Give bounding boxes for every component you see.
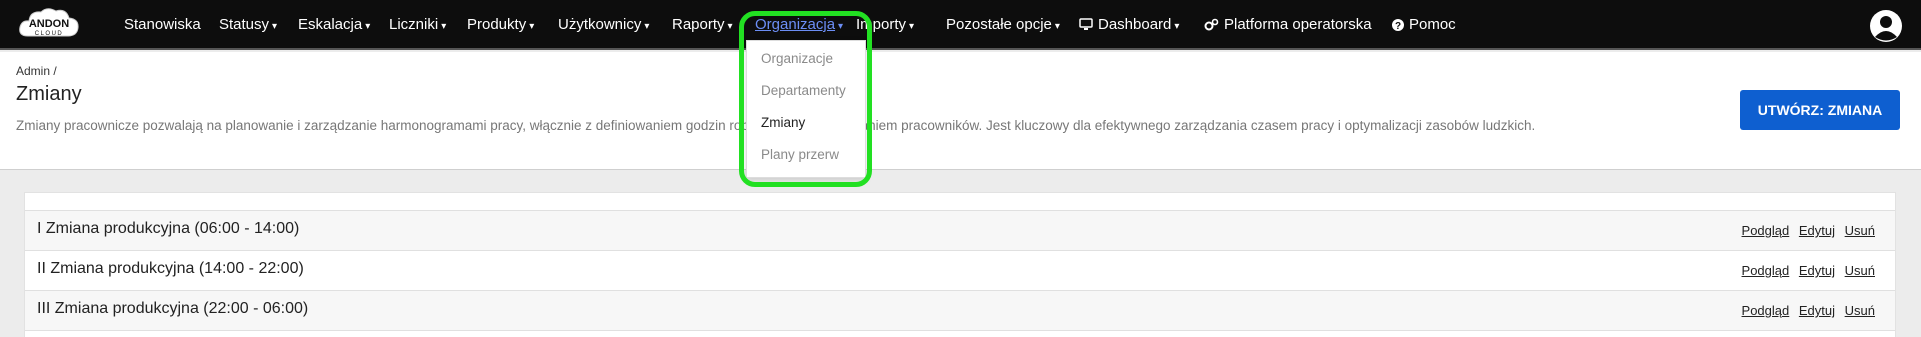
organizacja-dropdown-menu: Organizacje Departamenty Zmiany Plany pr… [746, 40, 866, 178]
edit-link[interactable]: Edytuj [1799, 263, 1835, 278]
nav-stanowiska[interactable]: Stanowiska [124, 0, 201, 50]
delete-link[interactable]: Usuń [1845, 263, 1875, 278]
view-link[interactable]: Podgląd [1742, 303, 1790, 318]
top-navbar: ANDON CLOUD Stanowiska Statusy ▾ Eskalacj… [0, 0, 1921, 50]
nav-statusy[interactable]: Statusy ▾ [219, 0, 277, 50]
caret-down-icon: ▾ [272, 21, 278, 32]
shifts-table: I Zmiana produkcyjna (06:00 - 14:00) Pod… [24, 192, 1896, 337]
caret-down-icon: ▾ [644, 21, 650, 32]
svg-text:ANDON: ANDON [29, 18, 69, 30]
caret-down-icon: ▾ [1174, 21, 1180, 32]
caret-down-icon: ▾ [838, 21, 844, 32]
gears-icon [1204, 18, 1219, 31]
delete-link[interactable]: Usuń [1845, 223, 1875, 238]
nav-eskalacja[interactable]: Eskalacja ▾ [298, 0, 370, 50]
shift-name: II Zmiana produkcyjna (14:00 - 22:00) [37, 260, 304, 277]
caret-down-icon: ▾ [529, 21, 535, 32]
table-row: II Zmiana produkcyjna (14:00 - 22:00) Po… [25, 250, 1895, 290]
user-avatar-icon[interactable] [1869, 9, 1903, 43]
table-row [25, 330, 1895, 337]
row-actions: Podgląd Edytuj Usuń [1736, 263, 1875, 278]
shift-name: III Zmiana produkcyjna (22:00 - 06:00) [37, 300, 309, 317]
table-row: I Zmiana produkcyjna (06:00 - 14:00) Pod… [25, 210, 1895, 250]
view-link[interactable]: Podgląd [1742, 263, 1790, 278]
edit-link[interactable]: Edytuj [1799, 303, 1835, 318]
row-actions: Podgląd Edytuj Usuń [1736, 223, 1875, 238]
nav-liczniki[interactable]: Liczniki ▾ [389, 0, 446, 50]
view-link[interactable]: Podgląd [1742, 223, 1790, 238]
dropdown-item-plany-przerw[interactable]: Plany przerw [761, 147, 839, 162]
create-shift-button[interactable]: UTWÓRZ: ZMIANA [1740, 90, 1900, 130]
edit-link[interactable]: Edytuj [1799, 223, 1835, 238]
nav-raporty[interactable]: Raporty ▾ [672, 0, 733, 50]
nav-dashboard[interactable]: Dashboard ▾ [1079, 0, 1179, 50]
svg-text:?: ? [1395, 21, 1401, 31]
caret-down-icon: ▾ [365, 21, 371, 32]
dropdown-item-departamenty[interactable]: Departamenty [761, 83, 846, 98]
shift-name: I Zmiana produkcyjna (06:00 - 14:00) [37, 220, 300, 237]
caret-down-icon: ▾ [1054, 21, 1060, 32]
svg-text:CLOUD: CLOUD [35, 31, 64, 37]
table-row: III Zmiana produkcyjna (22:00 - 06:00) P… [25, 290, 1895, 330]
dropdown-item-zmiany[interactable]: Zmiany [761, 115, 805, 130]
nav-produkty[interactable]: Produkty ▾ [467, 0, 534, 50]
nav-pomoc[interactable]: ? Pomoc [1392, 0, 1456, 50]
andon-cloud-logo[interactable]: ANDON CLOUD [16, 6, 82, 44]
page-title: Zmiany [16, 83, 82, 105]
caret-down-icon: ▾ [727, 21, 733, 32]
page-header: Admin / Zmiany Zmiany pracownicze pozwal… [0, 52, 1921, 170]
caret-down-icon: ▾ [909, 21, 915, 32]
nav-pozostale-opcje[interactable]: Pozostałe opcje ▾ [946, 0, 1060, 50]
question-circle-icon: ? [1392, 19, 1404, 31]
nav-platforma-operatorska[interactable]: Platforma operatorska [1204, 0, 1372, 50]
nav-uzytkownicy[interactable]: Użytkownicy ▾ [558, 0, 649, 50]
delete-link[interactable]: Usuń [1845, 303, 1875, 318]
breadcrumb[interactable]: Admin / [16, 64, 57, 78]
row-actions: Podgląd Edytuj Usuń [1736, 303, 1875, 318]
dropdown-item-organizacje[interactable]: Organizacje [761, 51, 833, 66]
caret-down-icon: ▾ [441, 21, 447, 32]
monitor-icon [1079, 18, 1093, 30]
